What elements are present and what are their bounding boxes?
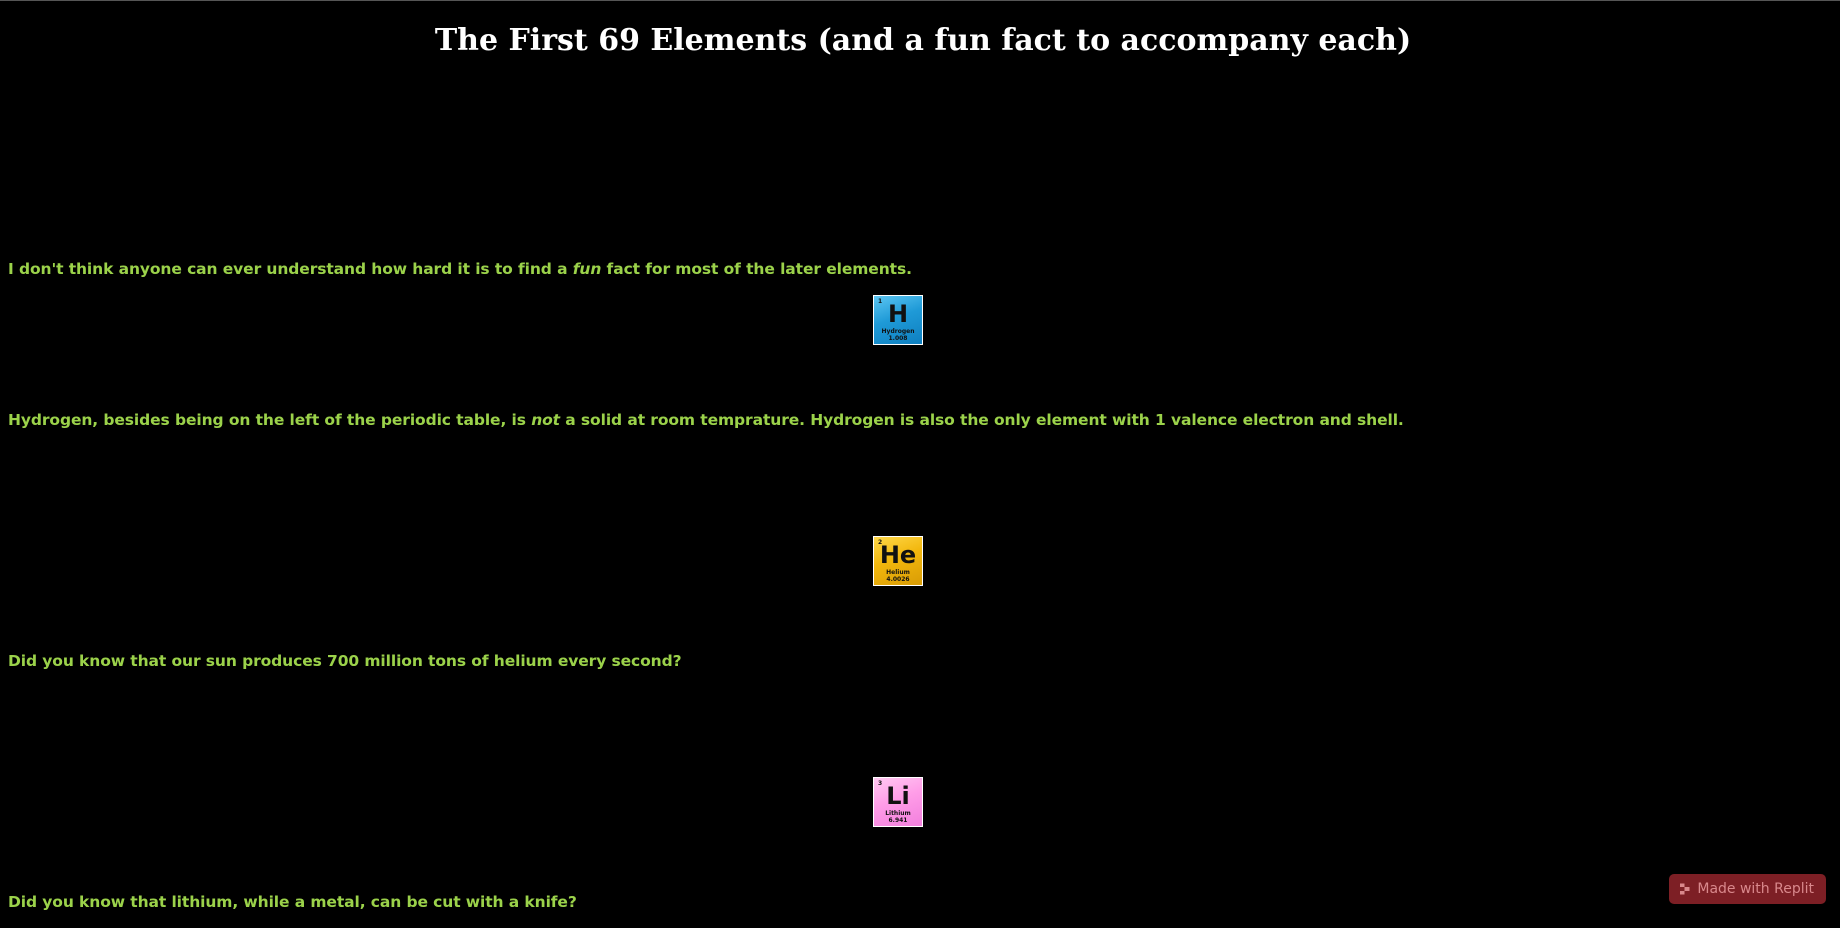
- made-with-replit-button[interactable]: Made with Replit: [1669, 874, 1826, 904]
- element-symbol: He: [879, 541, 917, 569]
- atomic-mass: 6.941: [888, 817, 908, 824]
- replit-icon: [1680, 883, 1690, 895]
- element-tile-hydrogen: 1 H Hydrogen 1.008: [873, 295, 923, 345]
- element-symbol: Li: [886, 782, 910, 810]
- atomic-mass: 1.008: [888, 335, 908, 342]
- page-title: The First 69 Elements (and a fun fact to…: [434, 23, 1412, 58]
- element-tile-helium: 2 He Helium 4.0026: [873, 536, 923, 586]
- intro-text: I don't think anyone can ever understand…: [8, 260, 912, 278]
- element-tile-lithium: 3 Li Lithium 6.941: [873, 777, 923, 827]
- atomic-mass: 4.0026: [886, 576, 910, 583]
- fact-hydrogen: Hydrogen, besides being on the left of t…: [8, 411, 1404, 429]
- element-name: Helium: [886, 569, 910, 576]
- element-name: Lithium: [885, 810, 911, 817]
- fact-lithium: Did you know that lithium, while a metal…: [8, 893, 577, 911]
- intro-emphasis: fun: [572, 260, 602, 278]
- element-symbol: H: [887, 300, 909, 328]
- fact-helium: Did you know that our sun produces 700 m…: [8, 652, 682, 670]
- element-name: Hydrogen: [881, 328, 915, 335]
- fact-emphasis: not: [531, 411, 560, 429]
- badge-label: Made with Replit: [1697, 881, 1814, 897]
